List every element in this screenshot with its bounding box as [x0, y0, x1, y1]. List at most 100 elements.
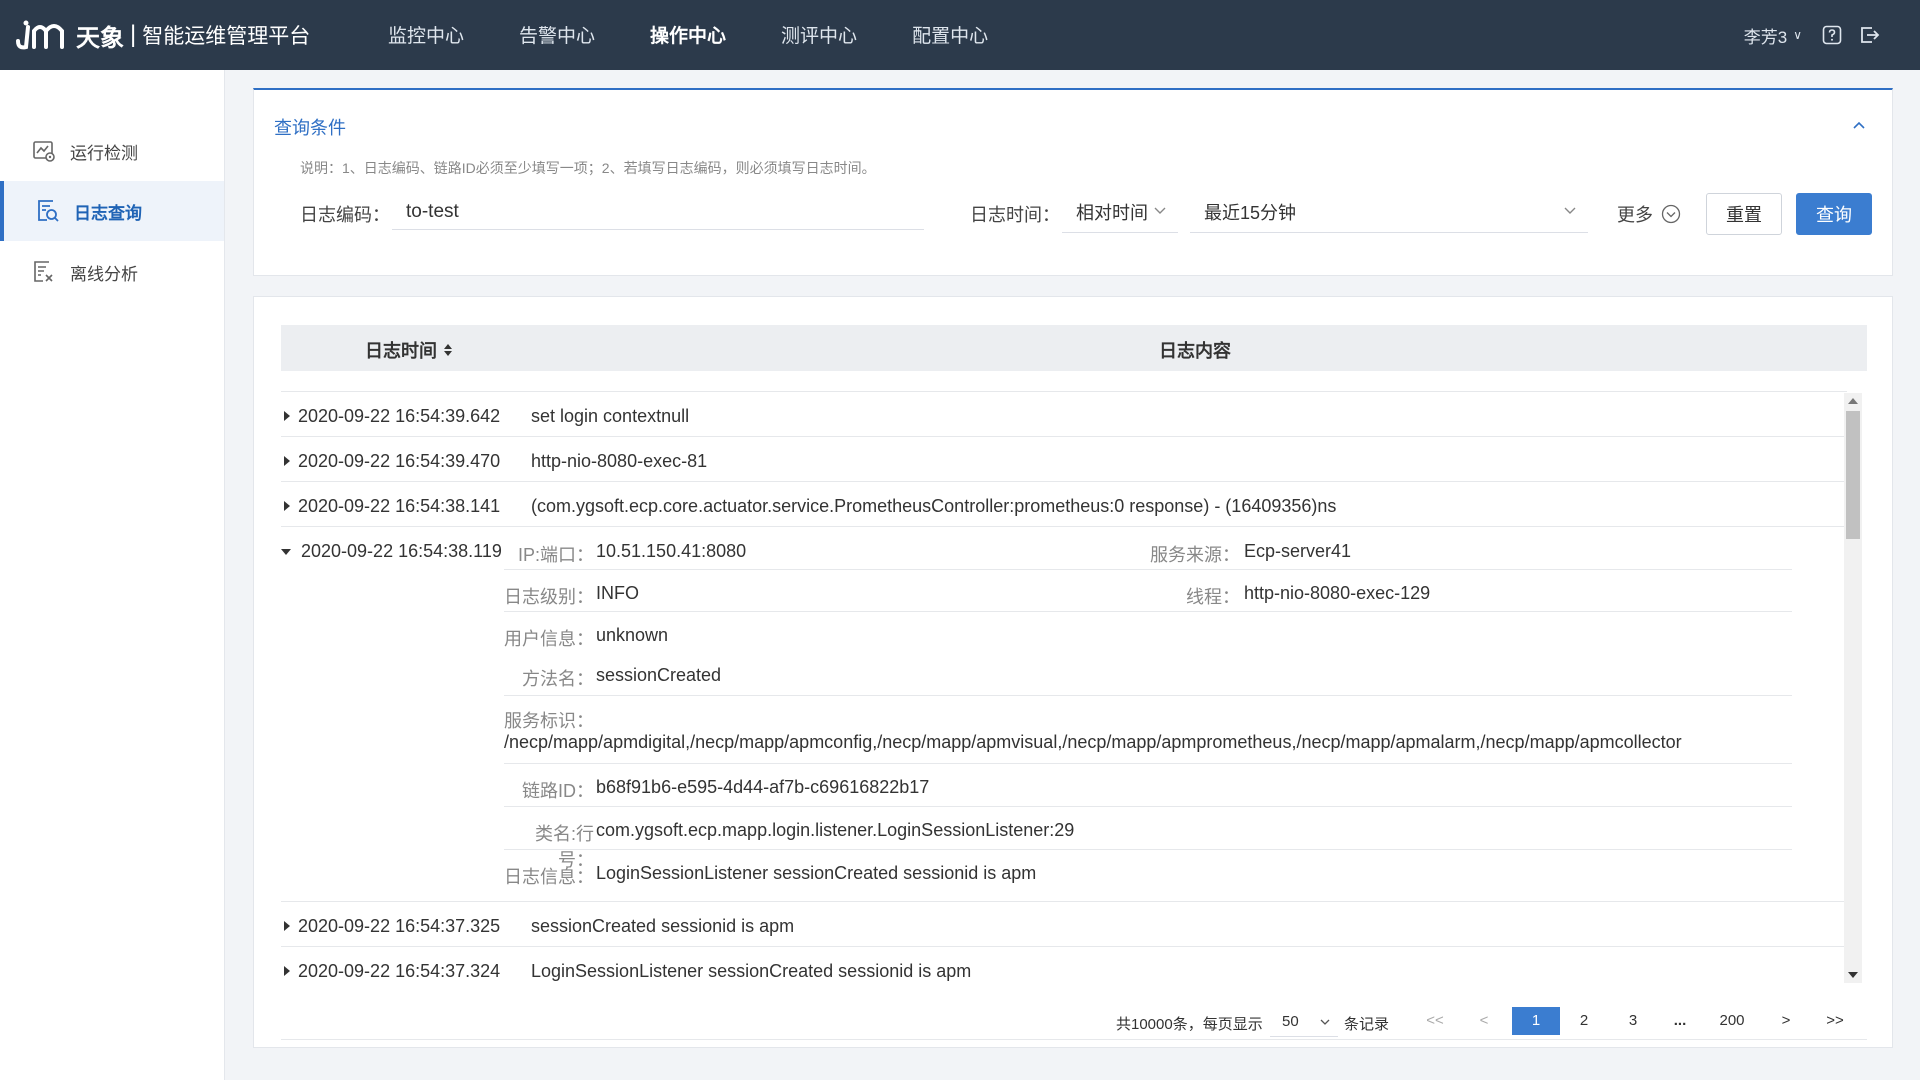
table-bottom-divider [281, 1039, 1867, 1040]
detail-row: 方法名： sessionCreated [504, 654, 1792, 696]
detail-row: 链路ID： b68f91b6-e595-4d44-af7b-c69616822b… [504, 764, 1792, 807]
row-message: (com.ygsoft.ecp.core.actuator.service.Pr… [531, 496, 1337, 516]
detail-value: http-nio-8080-exec-129 [1244, 583, 1431, 603]
chevron-down-icon [1564, 207, 1576, 214]
detail-value: Ecp-server41 [1244, 541, 1352, 561]
row-message: http-nio-8080-exec-81 [531, 451, 708, 471]
table-scrollbar[interactable] [1844, 393, 1862, 983]
nav-config-center[interactable]: 配置中心 [912, 0, 988, 70]
row-time: 2020-09-22 16:54:39.642 [298, 406, 501, 426]
table-row[interactable]: 2020-09-22 16:54:39.470 http-nio-8080-ex… [281, 437, 1847, 482]
user-area: 李芳3 ∨ [1744, 0, 1880, 70]
detail-value: sessionCreated [596, 665, 722, 685]
log-search-icon [38, 200, 59, 222]
page-button-1[interactable]: 1 [1512, 1007, 1560, 1035]
detail-row: 日志级别： INFO 线程： http-nio-8080-exec-129 [504, 570, 1792, 612]
scroll-down-arrow-icon[interactable] [1848, 971, 1858, 979]
table-row[interactable]: 2020-09-22 16:54:38.141 (com.ygsoft.ecp.… [281, 482, 1847, 527]
result-panel: 日志时间 日志内容 2020-09-22 16:54:39.642 set lo… [253, 296, 1893, 1048]
row-time: 2020-09-22 16:54:38.119 [301, 541, 502, 561]
brand-separator: | [130, 21, 137, 48]
nav-operation-center[interactable]: 操作中心 [650, 0, 726, 70]
sidebar-item-label: 日志查询 [74, 203, 142, 223]
next-page-button[interactable]: > [1774, 1007, 1798, 1035]
time-mode-value: 相对时间 [1076, 203, 1148, 223]
detail-label: 服务标识： [504, 711, 594, 731]
scroll-up-arrow-icon[interactable] [1848, 397, 1858, 405]
sidebar: 运行检测 日志查询 离线分析 [0, 70, 225, 1080]
detail-row: 服务标识： /necp/mapp/apmdigital,/necp/mapp/a… [504, 696, 1792, 764]
caret-right-icon[interactable] [283, 456, 291, 466]
sidebar-item-log-query[interactable]: 日志查询 [0, 181, 224, 241]
detail-label: 日志信息： [504, 867, 594, 887]
chevron-up-icon[interactable] [1852, 120, 1866, 130]
table-row[interactable]: 2020-09-22 16:54:37.325 sessionCreated s… [281, 902, 1847, 947]
query-title: 查询条件 [274, 118, 346, 138]
sidebar-item-offline-analysis[interactable]: 离线分析 [0, 242, 224, 302]
chevron-down-icon[interactable]: ∨ [1793, 28, 1802, 42]
brand-subtitle: 智能运维管理平台 [142, 25, 311, 48]
detail-label: 用户信息： [504, 629, 594, 649]
caret-right-icon[interactable] [283, 411, 291, 421]
time-mode-select[interactable]: 相对时间 [1062, 193, 1178, 233]
monitor-chart-icon [33, 141, 55, 162]
column-header-content: 日志内容 [1159, 341, 1231, 361]
row-message: LoginSessionListener sessionCreated sess… [531, 961, 972, 981]
sidebar-item-label: 运行检测 [70, 143, 138, 163]
pagination-unit: 条记录 [1344, 1016, 1390, 1033]
last-page-button[interactable]: >> [1820, 1007, 1850, 1035]
help-icon[interactable] [1822, 25, 1842, 45]
log-time-label: 日志时间： [970, 205, 1060, 225]
caret-down-icon[interactable] [281, 548, 291, 556]
column-header-time[interactable]: 日志时间 [365, 337, 453, 363]
detail-label: 线程： [1186, 587, 1240, 607]
search-button[interactable]: 查询 [1796, 193, 1872, 235]
caret-right-icon[interactable] [283, 501, 291, 511]
table-row[interactable]: 2020-09-22 16:54:37.324 LoginSessionList… [281, 947, 1847, 992]
detail-label: 方法名： [522, 669, 594, 689]
nav-alarm-center[interactable]: 告警中心 [519, 0, 595, 70]
reset-button[interactable]: 重置 [1706, 193, 1782, 235]
log-code-input[interactable] [392, 194, 924, 230]
more-filters-toggle[interactable]: 更多 [1617, 201, 1681, 227]
time-range-value: 最近15分钟 [1204, 203, 1297, 223]
page-button-3[interactable]: 3 [1621, 1007, 1645, 1035]
query-note: 说明：1、日志编码、链路ID必须至少填写一项；2、若填写日志编码，则必须填写日志… [300, 160, 876, 176]
table-row[interactable]: 2020-09-22 16:54:39.642 set login contex… [281, 392, 1847, 437]
detail-value: b68f91b6-e595-4d44-af7b-c69616822b17 [596, 777, 930, 797]
more-label: 更多 [1617, 205, 1653, 225]
page-button-2[interactable]: 2 [1572, 1007, 1596, 1035]
tianxiang-logo-icon [16, 20, 64, 50]
scrollbar-thumb[interactable] [1846, 411, 1860, 539]
caret-right-icon[interactable] [283, 921, 291, 931]
prev-page-button[interactable]: < [1472, 1007, 1496, 1035]
query-panel: 查询条件 说明：1、日志编码、链路ID必须至少填写一项；2、若填写日志编码，则必… [253, 88, 1893, 276]
time-range-select[interactable]: 最近15分钟 [1190, 193, 1588, 233]
detail-value: INFO [596, 583, 639, 603]
page-size-select[interactable]: 50 [1270, 1007, 1338, 1037]
detail-value: /necp/mapp/apmdigital,/necp/mapp/apmconf… [504, 732, 1682, 752]
page-ellipsis: ... [1673, 1012, 1687, 1029]
main-nav: 监控中心 告警中心 操作中心 测评中心 配置中心 [388, 0, 1043, 70]
row-time: 2020-09-22 16:54:38.141 [298, 496, 501, 516]
first-page-button[interactable]: << [1420, 1007, 1450, 1035]
detail-row: IP:端口： 10.51.150.41:8080 服务来源： Ecp-serve… [504, 527, 1792, 570]
table-header: 日志时间 日志内容 [281, 325, 1867, 371]
caret-right-icon[interactable] [283, 966, 291, 976]
row-time: 2020-09-22 16:54:39.470 [298, 451, 501, 471]
nav-evaluation-center[interactable]: 测评中心 [781, 0, 857, 70]
detail-label: 链路ID： [522, 781, 594, 801]
chevron-down-icon [1320, 1019, 1330, 1025]
top-header: 天象 | 智能运维管理平台 监控中心 告警中心 操作中心 测评中心 配置中心 李… [0, 0, 1920, 70]
detail-value: 10.51.150.41:8080 [596, 541, 747, 561]
detail-row: 用户信息： unknown [504, 612, 1792, 654]
user-menu[interactable]: 李芳3 [1744, 23, 1787, 48]
row-time: 2020-09-22 16:54:37.325 [298, 916, 501, 936]
sidebar-item-run-check[interactable]: 运行检测 [0, 121, 224, 181]
offline-analysis-icon [34, 261, 53, 282]
nav-monitor-center[interactable]: 监控中心 [388, 0, 464, 70]
logout-icon[interactable] [1858, 24, 1880, 46]
detail-label: 服务来源： [1150, 545, 1240, 565]
app-logo[interactable]: 天象 | 智能运维管理平台 [14, 16, 310, 54]
page-button-200[interactable]: 200 [1710, 1007, 1754, 1035]
